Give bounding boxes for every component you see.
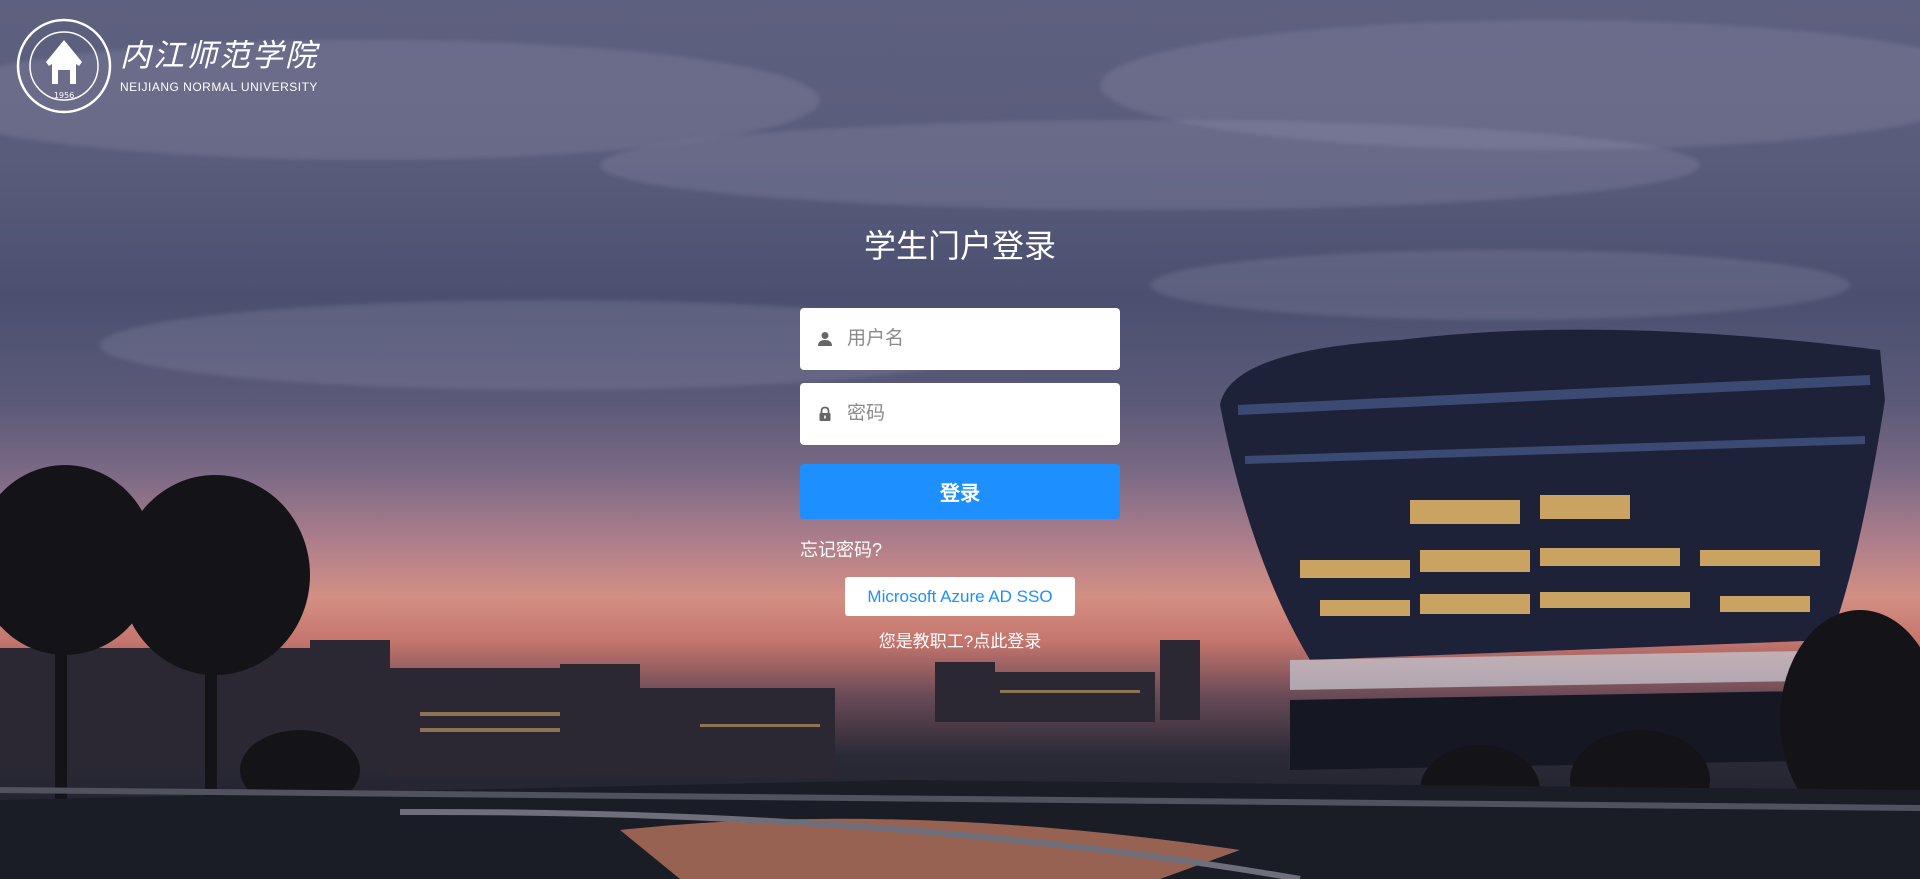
login-page: 1956 内江师范学院 NEIJIANG NORMAL UNIVERSITY 学… [0, 0, 1920, 879]
staff-login-link[interactable]: 点此登录 [973, 632, 1041, 651]
forgot-password-link[interactable]: 忘记密码? [800, 538, 882, 562]
password-input[interactable] [847, 394, 1107, 434]
login-button[interactable]: 登录 [800, 464, 1120, 519]
logo-text: 内江师范学院 NEIJIANG NORMAL UNIVERSITY [120, 38, 318, 94]
user-icon [815, 329, 835, 349]
logo-name-en: NEIJIANG NORMAL UNIVERSITY [120, 80, 318, 94]
username-field[interactable] [800, 308, 1120, 370]
logo-name-cn: 内江师范学院 [120, 38, 318, 74]
username-input[interactable] [847, 319, 1107, 359]
svg-text:1956: 1956 [54, 91, 74, 100]
staff-login-row: 您是教职工?点此登录 [0, 630, 1920, 654]
university-logo: 1956 内江师范学院 NEIJIANG NORMAL UNIVERSITY [16, 18, 318, 114]
university-seal-icon: 1956 [16, 18, 112, 114]
page-title: 学生门户登录 [863, 228, 1056, 264]
lock-icon [815, 404, 835, 424]
password-field[interactable] [800, 383, 1120, 445]
staff-login-prompt: 您是教职工? [878, 632, 974, 651]
azure-sso-button[interactable]: Microsoft Azure AD SSO [845, 577, 1075, 616]
